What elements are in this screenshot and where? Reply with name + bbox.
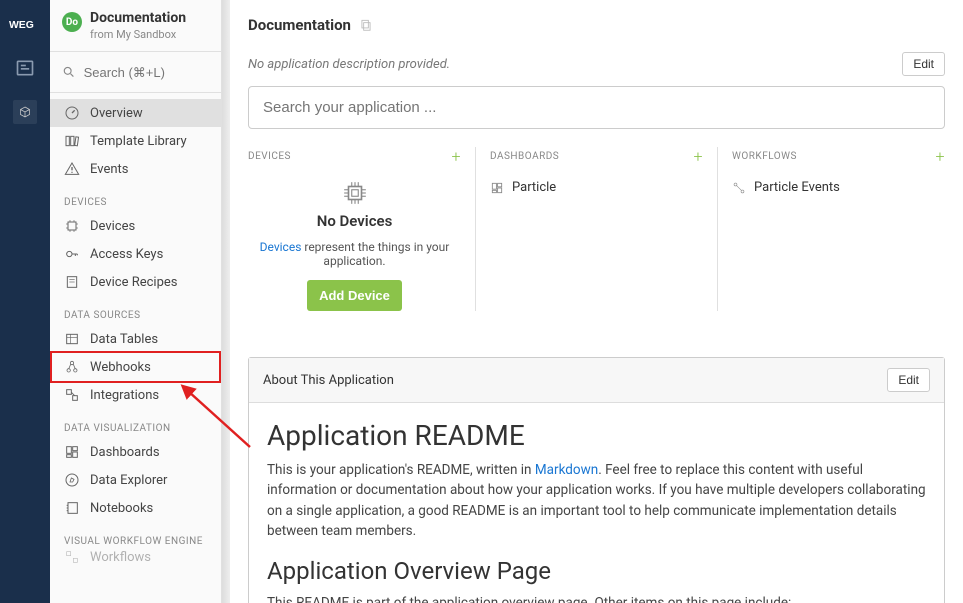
nav-data-tables[interactable]: Data Tables (50, 325, 221, 353)
readme-h1: Application README (267, 419, 926, 452)
key-icon (64, 246, 80, 262)
nav-label: Device Recipes (90, 275, 178, 290)
nav-events[interactable]: Events (50, 155, 221, 183)
nav-webhooks[interactable]: Webhooks (50, 351, 221, 383)
no-devices-title: No Devices (248, 212, 461, 230)
rail-news-icon[interactable] (13, 56, 37, 80)
notebook-icon (64, 500, 80, 516)
workflow-icon (732, 181, 746, 195)
devices-link[interactable]: Devices (260, 240, 302, 254)
nav-label: Data Tables (90, 332, 158, 347)
chip-icon (342, 180, 368, 206)
add-device-button[interactable]: Add Device (307, 280, 402, 311)
nav-access-keys[interactable]: Access Keys (50, 240, 221, 268)
readme-p2: This README is part of the application o… (267, 593, 926, 603)
dashboard-item-label: Particle (512, 180, 556, 195)
no-description-text: No application description provided. (248, 57, 450, 72)
sidebar-header: Do Documentation from My Sandbox (50, 0, 221, 52)
nav-workflows[interactable]: Workflows (50, 551, 221, 563)
dashboard-item[interactable]: Particle (490, 176, 703, 199)
readme-h2: Application Overview Page (267, 557, 926, 585)
nav-device-recipes[interactable]: Device Recipes (50, 268, 221, 296)
alert-icon (64, 161, 80, 177)
sidebar-scrollbar[interactable] (222, 0, 230, 603)
search-icon (62, 64, 76, 80)
nav-data-explorer[interactable]: Data Explorer (50, 466, 221, 494)
no-devices-text: Devices represent the things in your app… (248, 240, 461, 268)
about-title: About This Application (263, 373, 394, 388)
app-search-input[interactable] (248, 86, 945, 129)
webhook-icon (64, 359, 80, 375)
nav-integrations[interactable]: Integrations (50, 381, 221, 409)
icon-rail: WEG (0, 0, 50, 603)
nav-label: Access Keys (90, 247, 163, 262)
main-content: Documentation No application description… (230, 0, 963, 603)
dashboard-icon (490, 181, 504, 195)
nav-label: Workflows (90, 551, 151, 563)
section-data-viz: DATA VISUALIZATION (50, 409, 221, 438)
workflows-header: WORKFLOWS (732, 151, 797, 162)
copy-icon[interactable] (359, 18, 373, 32)
markdown-link[interactable]: Markdown (535, 462, 598, 478)
dashboards-header: DASHBOARDS (490, 151, 559, 162)
nav-label: Dashboards (90, 445, 160, 460)
about-header: About This Application Edit (249, 358, 944, 403)
gauge-icon (64, 105, 80, 121)
edit-description-button[interactable]: Edit (902, 52, 945, 76)
readme-p1: This is your application's README, writt… (267, 460, 926, 541)
nav-label: Devices (90, 219, 135, 234)
workflows-card: WORKFLOWS + Particle Events (717, 147, 945, 311)
about-body: Application README This is your applicat… (249, 403, 944, 603)
nav-label: Template Library (90, 134, 187, 149)
nav-devices[interactable]: Devices (50, 212, 221, 240)
chip-icon (64, 218, 80, 234)
nav-label: Data Explorer (90, 473, 167, 488)
table-icon (64, 331, 80, 347)
devices-header: DEVICES (248, 151, 291, 162)
workflow-item[interactable]: Particle Events (732, 176, 945, 199)
svg-text:WEG: WEG (9, 20, 34, 31)
dashboards-card: DASHBOARDS + Particle (475, 147, 717, 311)
nav-notebooks[interactable]: Notebooks (50, 494, 221, 522)
nav-list: Overview Template Library Events DEVICES… (50, 93, 221, 575)
nav-label: Notebooks (90, 501, 153, 516)
compass-icon (64, 472, 80, 488)
app-title: Documentation (90, 10, 186, 26)
workflow-item-label: Particle Events (754, 180, 840, 195)
add-workflow-plus-icon[interactable]: + (935, 147, 945, 166)
sidebar-search-input[interactable] (84, 65, 209, 80)
add-device-plus-icon[interactable]: + (451, 147, 461, 166)
rail-box-icon[interactable] (13, 100, 37, 124)
edit-readme-button[interactable]: Edit (887, 368, 930, 392)
overview-cards: DEVICES + No Devices Devices represent t… (248, 147, 945, 311)
nav-label: Webhooks (90, 360, 151, 375)
app-avatar: Do (62, 12, 82, 32)
sidebar-search[interactable] (50, 52, 221, 93)
nav-dashboards[interactable]: Dashboards (50, 438, 221, 466)
devices-empty-state: No Devices Devices represent the things … (248, 176, 461, 311)
sidebar: Do Documentation from My Sandbox Overvie… (50, 0, 222, 603)
about-box: About This Application Edit Application … (248, 357, 945, 603)
dashboard-icon (64, 444, 80, 460)
brand-logo[interactable]: WEG (9, 12, 41, 36)
title-row: Documentation (248, 0, 945, 46)
description-row: No application description provided. Edi… (248, 52, 945, 76)
nav-overview[interactable]: Overview (50, 99, 221, 127)
devices-card: DEVICES + No Devices Devices represent t… (248, 147, 475, 311)
app-subtitle: from My Sandbox (90, 28, 186, 41)
integrations-icon (64, 387, 80, 403)
page-title: Documentation (248, 16, 351, 34)
add-dashboard-plus-icon[interactable]: + (693, 147, 703, 166)
workflow-icon (64, 551, 80, 563)
section-workflow: VISUAL WORKFLOW ENGINE (50, 522, 221, 551)
library-icon (64, 133, 80, 149)
nav-label: Events (90, 162, 128, 177)
recipe-icon (64, 274, 80, 290)
section-data-sources: DATA SOURCES (50, 296, 221, 325)
section-devices: DEVICES (50, 183, 221, 212)
nav-label: Overview (90, 106, 143, 121)
nav-template-library[interactable]: Template Library (50, 127, 221, 155)
nav-label: Integrations (90, 388, 159, 403)
